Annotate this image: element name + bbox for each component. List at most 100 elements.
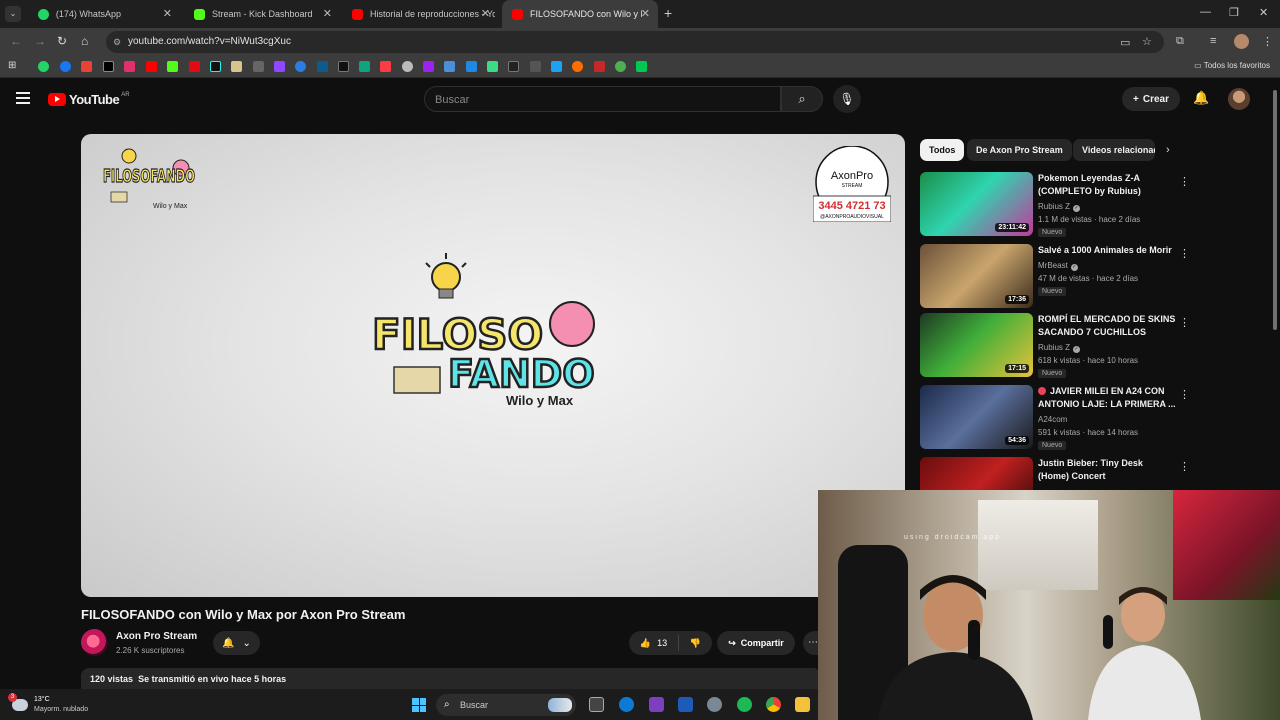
chip-from-channel[interactable]: De Axon Pro Stream <box>967 139 1072 161</box>
share-button[interactable]: ↪ Compartir <box>717 631 795 655</box>
video-thumbnail[interactable]: 17:36 <box>920 244 1033 308</box>
video-player[interactable]: FILOSOFANDO Wilo y Max FILOSO FANDO Wilo… <box>81 134 905 597</box>
more-options-icon[interactable]: ⋮ <box>1179 316 1190 329</box>
close-icon[interactable]: ✕ <box>481 7 490 20</box>
video-thumbnail[interactable]: 23:11:42 <box>920 172 1033 236</box>
app-icon[interactable] <box>508 61 519 72</box>
app-icon[interactable] <box>636 61 647 72</box>
apps-grid-icon[interactable]: ⊞ <box>8 60 16 71</box>
tiktok-icon[interactable] <box>210 61 221 72</box>
app-icon[interactable] <box>572 61 583 72</box>
app-icon[interactable] <box>295 61 306 72</box>
create-button[interactable]: + Crear <box>1122 87 1180 111</box>
search-input[interactable]: Buscar <box>424 86 781 112</box>
app-icon[interactable] <box>649 697 664 712</box>
minimize-icon[interactable]: — <box>1200 6 1211 18</box>
reading-list-icon[interactable]: ≡ <box>1210 35 1216 47</box>
app-icon[interactable] <box>317 61 328 72</box>
tab-filosofando[interactable]: FILOSOFANDO con Wilo y Max ✕ <box>502 0 658 28</box>
chrome-icon[interactable] <box>766 697 781 712</box>
youtube-icon[interactable] <box>146 61 157 72</box>
site-info-icon[interactable]: ⚙ <box>113 37 121 48</box>
app-icon[interactable] <box>359 61 370 72</box>
app-icon[interactable] <box>487 61 498 72</box>
music-icon[interactable] <box>380 61 391 72</box>
more-options-icon[interactable]: ⋮ <box>1179 460 1190 473</box>
channel-avatar[interactable] <box>81 629 108 656</box>
close-icon[interactable]: ✕ <box>641 7 650 20</box>
close-window-icon[interactable]: ✕ <box>1259 6 1268 19</box>
channel-name[interactable]: Axon Pro Stream <box>116 631 197 642</box>
gmail-icon[interactable] <box>81 61 92 72</box>
home-icon[interactable]: ⌂ <box>81 34 88 48</box>
video-thumbnail[interactable]: 17:15 <box>920 313 1033 377</box>
restore-icon[interactable]: ❐ <box>1229 6 1239 19</box>
store-icon[interactable] <box>678 697 693 712</box>
recommendation-item[interactable]: 23:11:42 Pokemon Leyendas Z-A (COMPLETO … <box>920 172 1190 237</box>
all-bookmarks-folder[interactable]: ▭ Todos los favoritos <box>1194 61 1270 70</box>
app-icon[interactable] <box>338 61 349 72</box>
app-icon[interactable] <box>402 61 413 72</box>
taskbar-search-input[interactable]: ⌕ Buscar <box>436 694 576 716</box>
facebook-icon[interactable] <box>60 61 71 72</box>
star-icon[interactable]: ☆ <box>1142 35 1152 48</box>
youtube-logo[interactable]: YouTube AR <box>48 92 130 107</box>
account-avatar[interactable] <box>1228 88 1250 110</box>
whatsapp-icon[interactable] <box>38 61 49 72</box>
voice-search-button[interactable]: 🎙 <box>833 85 861 113</box>
menu-icon[interactable] <box>16 92 30 107</box>
dislike-button[interactable]: 👎 <box>679 638 712 649</box>
twitch-icon[interactable] <box>274 61 285 72</box>
more-options-icon[interactable]: ⋮ <box>1179 247 1190 260</box>
app-icon[interactable] <box>466 61 477 72</box>
recommendation-item[interactable]: Justin Bieber: Tiny Desk (Home) Concert … <box>920 457 1190 491</box>
reload-icon[interactable]: ↻ <box>57 34 67 48</box>
tab-history[interactable]: Historial de reproducciones - Yo ✕ <box>342 0 498 28</box>
more-options-icon[interactable]: ⋮ <box>1179 175 1190 188</box>
extensions-icon[interactable]: ⧉ <box>1176 35 1184 48</box>
like-button[interactable]: 👍 13 <box>629 635 679 651</box>
forward-icon[interactable]: → <box>34 34 46 48</box>
new-tab-button[interactable]: + <box>664 5 672 21</box>
video-thumbnail[interactable] <box>920 457 1033 491</box>
close-icon[interactable]: ✕ <box>323 7 332 20</box>
file-explorer-icon[interactable] <box>795 697 810 712</box>
app-icon[interactable] <box>551 61 562 72</box>
app-icon[interactable] <box>423 61 434 72</box>
video-thumbnail[interactable]: 54:36 <box>920 385 1033 449</box>
menu-icon[interactable]: ⋮ <box>1262 35 1273 48</box>
subscription-bell-button[interactable]: 🔔 ⌄ <box>213 631 260 655</box>
app-icon[interactable] <box>253 61 264 72</box>
chip-all[interactable]: Todos <box>920 139 965 161</box>
edge-icon[interactable] <box>619 697 634 712</box>
cast-icon[interactable]: ▭ <box>1120 36 1130 49</box>
close-icon[interactable]: ✕ <box>163 7 172 20</box>
search-button[interactable]: ⌕ <box>781 86 823 112</box>
recommendation-item[interactable]: 54:36 JAVIER MILEI EN A24 CON ANTONIO LA… <box>920 385 1190 450</box>
task-view-icon[interactable] <box>589 697 604 712</box>
recommendation-item[interactable]: 17:15 ROMPÍ EL MERCADO DE SKINS SACANDO … <box>920 313 1190 378</box>
chip-related[interactable]: Videos relacionados <box>1073 139 1155 161</box>
app-icon[interactable] <box>530 61 541 72</box>
instagram-icon[interactable] <box>124 61 135 72</box>
chevron-right-icon[interactable]: › <box>1166 144 1170 156</box>
app-icon[interactable] <box>615 61 626 72</box>
tab-search-icon[interactable]: ⌄ <box>5 6 21 22</box>
tab-kick[interactable]: Stream - Kick Dashboard ✕ <box>184 0 340 28</box>
netflix-icon[interactable] <box>189 61 200 72</box>
app-icon[interactable] <box>444 61 455 72</box>
weather-widget[interactable]: 3 13°C Mayorm. nublado <box>8 693 88 715</box>
tab-whatsapp[interactable]: (174) WhatsApp ✕ <box>28 0 180 28</box>
kick-icon[interactable] <box>167 61 178 72</box>
notifications-bell-icon[interactable]: 🔔 <box>1193 90 1209 106</box>
spotify-icon[interactable] <box>737 697 752 712</box>
recommendation-item[interactable]: 17:36 Salvé a 1000 Animales de Morir MrB… <box>920 244 1190 308</box>
x-icon[interactable] <box>103 61 114 72</box>
address-bar[interactable]: ⚙ youtube.com/watch?v=NiWut3cgXuc ▭ ☆ <box>106 31 1164 53</box>
windows-start-icon[interactable] <box>412 698 426 712</box>
more-options-icon[interactable]: ⋮ <box>1179 388 1190 401</box>
app-icon[interactable] <box>594 61 605 72</box>
profile-avatar[interactable] <box>1234 34 1249 49</box>
back-icon[interactable]: ← <box>10 34 22 48</box>
more-actions-button[interactable]: ⋯ <box>803 631 819 655</box>
